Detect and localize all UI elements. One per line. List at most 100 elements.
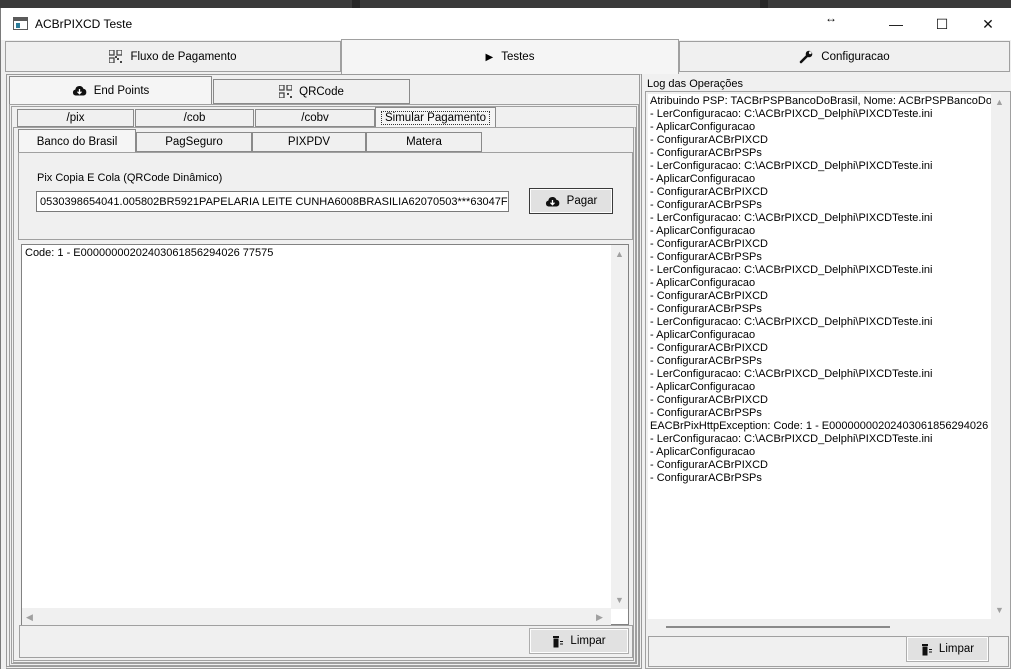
log-line: - ConfigurarACBrPSPs	[650, 251, 762, 263]
log-line: - AplicarConfiguracao	[650, 381, 756, 393]
pix-copia-cola-label: Pix Copia E Cola (QRCode Dinâmico)	[37, 172, 223, 184]
scroll-down-icon[interactable]: ▼	[615, 595, 624, 605]
tab-end-points[interactable]: End Points	[9, 76, 212, 104]
scroll-thumb[interactable]	[666, 626, 890, 628]
cloud-download-icon	[72, 86, 87, 96]
result-line: Code: 1 - E00000000202403061856294026 77…	[25, 247, 274, 259]
resize-cursor-icon: ↔	[825, 11, 837, 25]
log-line: - ConfigurarACBrPIXCD	[650, 290, 768, 302]
log-line: - ConfigurarACBrPSPs	[650, 355, 762, 367]
tab-label: /cobv	[301, 112, 329, 124]
close-button[interactable]: ✕	[965, 8, 1011, 40]
log-line: EACBrPixHttpException: Code: 1 - E000000…	[650, 420, 991, 432]
log-line: - ConfigurarACBrPIXCD	[650, 238, 768, 250]
log-line: - ConfigurarACBrPSPs	[650, 303, 762, 315]
log-line: - LerConfiguracao: C:\ACBrPIXCD_Delphi\P…	[650, 212, 933, 224]
log-line: - ConfigurarACBrPIXCD	[650, 186, 768, 198]
scroll-right-icon[interactable]: ▶	[596, 612, 603, 622]
window-title: ACBrPIXCD Teste	[35, 17, 133, 31]
maximize-button[interactable]: ☐	[919, 8, 965, 40]
scroll-up-icon[interactable]: ▲	[615, 249, 624, 259]
result-vertical-scrollbar[interactable]: ▲ ▼	[611, 245, 628, 609]
tab-fluxo-de-pagamento[interactable]: Fluxo de Pagamento	[5, 41, 341, 72]
log-line: - ConfigurarACBrPIXCD	[650, 459, 768, 471]
minimize-button[interactable]: —	[873, 8, 919, 40]
tab-pixpdv[interactable]: PIXPDV	[252, 132, 366, 152]
log-line: - LerConfiguracao: C:\ACBrPIXCD_Delphi\P…	[650, 264, 933, 276]
button-label: Pagar	[566, 195, 598, 207]
log-caption: Log das Operações	[647, 78, 744, 90]
tab-pagseguro[interactable]: PagSeguro	[136, 132, 252, 152]
tab-label: Fluxo de Pagamento	[130, 50, 237, 63]
wrench-icon	[799, 50, 813, 63]
tab-label: Banco do Brasil	[36, 135, 118, 148]
tab-matera[interactable]: Matera	[366, 132, 482, 152]
pix-copia-cola-input[interactable]: 0530398654041.005802BR5921PAPELARIA LEIT…	[36, 191, 509, 212]
log-line: Atribuindo PSP: TACBrPSPBancoDoBrasil, N…	[650, 95, 991, 107]
cloud-download-icon	[545, 196, 559, 206]
log-line: - ConfigurarACBrPSPs	[650, 147, 762, 159]
tab-simular-pagamento[interactable]: Simular Pagamento	[375, 107, 496, 127]
log-vertical-scrollbar[interactable]: ▲ ▼	[991, 94, 1008, 619]
app-window: ACBrPIXCD Teste ↔ — ☐ ✕ Fluxo de Pagamen…	[0, 8, 1011, 669]
log-line: - LerConfiguracao: C:\ACBrPIXCD_Delphi\P…	[650, 316, 933, 328]
qrcode-icon	[109, 50, 123, 63]
log-horizontal-scrollbar[interactable]	[648, 619, 991, 636]
main-tab-bar: Fluxo de Pagamento ▶ Testes Configuracao	[5, 39, 1010, 74]
limpar-result-button[interactable]: Limpar	[529, 628, 629, 654]
log-line: - AplicarConfiguracao	[650, 329, 756, 341]
log-line: - ConfigurarACBrPIXCD	[650, 134, 768, 146]
trash-icon	[553, 635, 564, 647]
log-line: - ConfigurarACBrPSPs	[650, 472, 762, 484]
log-line: - LerConfiguracao: C:\ACBrPIXCD_Delphi\P…	[650, 368, 933, 380]
log-line: - ConfigurarACBrPSPs	[650, 199, 762, 211]
log-line: - LerConfiguracao: C:\ACBrPIXCD_Delphi\P…	[650, 160, 933, 172]
tab-label: Simular Pagamento	[381, 110, 490, 125]
taskbar-segment	[360, 0, 760, 8]
button-label: Limpar	[938, 643, 975, 655]
tab-label: Matera	[406, 136, 442, 148]
scroll-left-icon[interactable]: ◀	[26, 612, 33, 622]
tab-label: /pix	[66, 112, 85, 124]
tab-pix[interactable]: /pix	[17, 109, 134, 127]
tab-cobv[interactable]: /cobv	[255, 109, 375, 127]
tab-cob[interactable]: /cob	[135, 109, 254, 127]
taskbar-segment	[768, 0, 1011, 8]
log-line: - ConfigurarACBrPSPs	[650, 407, 762, 419]
log-line: - LerConfiguracao: C:\ACBrPIXCD_Delphi\P…	[650, 433, 933, 445]
limpar-log-button[interactable]: Limpar	[906, 636, 989, 662]
tab-label: End Points	[93, 84, 150, 97]
tab-label: PIXPDV	[287, 136, 331, 148]
result-horizontal-scrollbar[interactable]: ◀ ▶	[22, 608, 611, 625]
title-bar[interactable]: ACBrPIXCD Teste ↔ — ☐ ✕	[1, 8, 1011, 40]
tab-label: /cob	[183, 112, 206, 124]
tab-label: Testes	[501, 51, 535, 63]
log-memo[interactable]: Atribuindo PSP: TACBrPSPBancoDoBrasil, N…	[648, 94, 991, 619]
qrcode-icon	[279, 85, 293, 98]
log-line: - AplicarConfiguracao	[650, 277, 756, 289]
tab-testes[interactable]: ▶ Testes	[341, 39, 679, 74]
desktop-top-strip	[0, 0, 1011, 8]
tab-label: QRCode	[299, 85, 344, 98]
log-line: - AplicarConfiguracao	[650, 446, 756, 458]
scroll-up-icon[interactable]: ▲	[995, 97, 1004, 107]
button-label: Limpar	[570, 635, 606, 647]
play-icon: ▶	[485, 51, 494, 63]
pagar-button[interactable]: Pagar	[529, 188, 613, 214]
log-line: - AplicarConfiguracao	[650, 173, 756, 185]
log-line: - AplicarConfiguracao	[650, 225, 756, 237]
log-line: - LerConfiguracao: C:\ACBrPIXCD_Delphi\P…	[650, 108, 933, 120]
scroll-down-icon[interactable]: ▼	[995, 605, 1004, 615]
log-line: - ConfigurarACBrPIXCD	[650, 394, 768, 406]
log-line: - AplicarConfiguracao	[650, 121, 756, 133]
taskbar-segment	[0, 0, 352, 8]
tab-configuracao[interactable]: Configuracao	[679, 41, 1010, 72]
log-line: - ConfigurarACBrPIXCD	[650, 342, 768, 354]
trash-icon	[921, 643, 932, 655]
app-icon	[13, 17, 28, 30]
tab-qrcode[interactable]: QRCode	[213, 79, 410, 104]
tab-label: Configuracao	[821, 50, 890, 63]
tab-label: PagSeguro	[165, 136, 223, 148]
tab-banco-do-brasil[interactable]: Banco do Brasil	[18, 129, 136, 153]
result-memo[interactable]: Code: 1 - E00000000202403061856294026 77…	[21, 244, 629, 625]
